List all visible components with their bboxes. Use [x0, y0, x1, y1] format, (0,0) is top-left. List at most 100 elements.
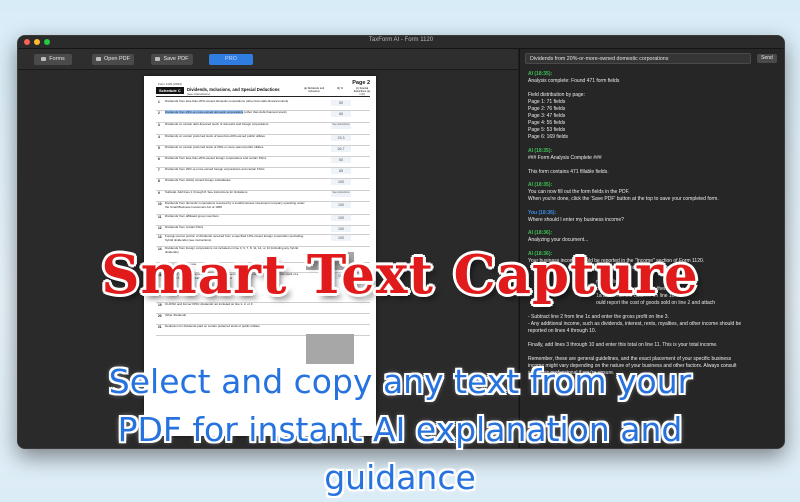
row-number: 7: [158, 168, 160, 172]
message-text: Page 3: 47 fields: [528, 113, 566, 119]
row-number: 4: [158, 135, 160, 139]
deduction-percentage: 65: [331, 168, 351, 174]
deduction-percentage: 26.7: [331, 146, 351, 152]
user-message[interactable]: You (18:36): Where should I enter my busi…: [528, 210, 778, 224]
open-pdf-label: Open PDF: [104, 56, 130, 62]
schedule-subtitle: (see instructions): [187, 92, 210, 96]
row-description[interactable]: Dividends from less-than-20%-owned forei…: [165, 156, 305, 161]
message-text: Finally, add lines 3 through 10 and ente…: [528, 341, 718, 348]
ai-message[interactable]: AI (18:35): You can now fill out the form…: [528, 182, 778, 203]
column-b-header: (b) %: [336, 87, 344, 90]
promo-subtitle-line: guidance: [324, 458, 476, 497]
row-number: 12: [158, 226, 162, 230]
deduction-percentage: 23.3: [331, 135, 351, 141]
ai-message[interactable]: AI (18:36): Analyzing your document...: [528, 230, 778, 244]
row-description[interactable]: Other dividends: [165, 313, 305, 318]
deduction-percentage: 100: [331, 179, 351, 185]
chat-input[interactable]: Dividends from 20%-or-more-owned domesti…: [525, 53, 751, 64]
row-description[interactable]: Dividends on certain preferred stock of …: [165, 134, 305, 139]
deduction-percentage: 65: [331, 111, 351, 117]
ai-message[interactable]: AI (18:35): Analysis complete: Found 471 …: [528, 71, 778, 141]
deduction-percentage: 100: [331, 235, 351, 241]
ai-message[interactable]: AI (18:35): ### Form Analysis Complete ##…: [528, 148, 778, 176]
deduction-percentage: See instructions: [331, 123, 351, 129]
row-description[interactable]: Dividends from domestic corporations rec…: [165, 201, 305, 210]
row-number: 20: [158, 314, 162, 318]
folder-icon: [96, 56, 101, 61]
row-number: 11: [158, 215, 162, 219]
message-text: [528, 335, 778, 342]
message-header: AI (18:35):: [528, 182, 553, 188]
open-pdf-button[interactable]: Open PDF: [92, 54, 134, 65]
row-description[interactable]: Dividends from less-than-20%-owned domes…: [165, 99, 305, 104]
deduction-percentage: See instructions: [331, 191, 351, 197]
promo-subtitle-line: PDF for instant AI explanation and: [117, 410, 683, 449]
message-text: [528, 162, 778, 169]
row-number: 3: [158, 123, 160, 127]
row-number: 1: [158, 100, 160, 104]
message-text: ### Form Analysis Complete ###: [528, 154, 602, 161]
message-text: [528, 307, 778, 314]
save-pdf-button[interactable]: Save PDF: [151, 54, 193, 65]
message-text: - Subtract line 2 from line 1c and enter…: [528, 313, 669, 320]
forms-button[interactable]: Forms: [34, 54, 72, 65]
toolbar: Forms Open PDF Save PDF PRO: [18, 49, 518, 70]
message-text: Where should I enter my business income?: [528, 216, 624, 223]
message-text: Page 5: 53 fields: [528, 127, 566, 133]
window-title: TaxForm AI - Form 1120: [368, 37, 434, 43]
message-text: This form contains 471 fillable fields.: [528, 168, 609, 175]
row-description[interactable]: Subtotal. Add lines 1 through 8. See ins…: [165, 190, 305, 195]
row-description[interactable]: Dividends from 20%-or-more-owned foreign…: [165, 167, 305, 172]
message-header: AI (18:36):: [528, 230, 553, 236]
row-description[interactable]: Foreign-source portion of dividends rece…: [165, 234, 305, 243]
promo-subtitle: Select and copy any text from your PDF fo…: [80, 358, 720, 502]
row-description[interactable]: Dividends from 20%-or-more-owned domesti…: [165, 110, 305, 115]
message-text: Analysis complete: Found 471 form fields: [528, 78, 620, 84]
message-text: When you're done, click the 'Save PDF' b…: [528, 196, 719, 202]
message-text: Field distribution by page:: [528, 92, 585, 98]
message-text: Page 1: 71 fields: [528, 99, 566, 105]
pro-mode-button[interactable]: PRO: [209, 54, 253, 65]
row-description[interactable]: Dividends from wholly owned foreign subs…: [165, 178, 305, 183]
promo-title: Smart Text Capture: [101, 244, 699, 306]
row-number: 21: [158, 325, 162, 329]
message-header: You (18:36):: [528, 209, 557, 216]
row-description[interactable]: Deduction for dividends paid on certain …: [165, 324, 305, 329]
forms-button-label: Forms: [49, 56, 65, 62]
row-number: 6: [158, 157, 160, 161]
forms-icon: [41, 56, 47, 61]
send-button[interactable]: Send: [757, 54, 777, 63]
row-number: 9: [158, 191, 160, 195]
message-text: [528, 349, 778, 356]
column-a-header: (a) Dividends and inclusions: [303, 87, 325, 93]
message-header: AI (18:35):: [528, 71, 553, 77]
save-pdf-label: Save PDF: [163, 56, 189, 62]
column-c-header: (c) Special deductions (a) × (b): [353, 87, 371, 96]
selected-text-highlight[interactable]: Dividends from 20%-or-more-owned domesti…: [165, 110, 244, 114]
message-text: Page 6: 169 fields: [528, 134, 569, 140]
schedule-row: 10 Dividends from domestic corporations r…: [156, 201, 370, 215]
message-text: reported on lines 4 through 10.: [528, 327, 597, 334]
deduction-percentage: 100: [331, 202, 351, 208]
deduction-percentage: 50: [331, 157, 351, 163]
row-number: 8: [158, 179, 160, 183]
deduction-percentage: 50: [331, 100, 351, 106]
promo-subtitle-line: Select and copy any text from your: [108, 362, 692, 401]
row-description[interactable]: Dividends on certain debt-financed stock…: [165, 122, 305, 127]
schedule-label: Schedule C: [156, 87, 184, 94]
deduction-percentage: 100: [331, 215, 351, 221]
page-number: Page 2: [352, 80, 370, 86]
row-number: 2: [158, 111, 160, 115]
message-text: [528, 85, 778, 92]
row-description[interactable]: Dividends from certain FSCs: [165, 225, 305, 230]
message-text: You can now fill out the form fields in …: [528, 189, 630, 195]
row-description[interactable]: Dividends on certain preferred stock of …: [165, 145, 305, 150]
schedule-header: Schedule C Dividends, Inclusions, and Sp…: [156, 87, 370, 97]
message-text: - Any additional income, such as dividen…: [528, 320, 742, 327]
row-description[interactable]: Dividends from affiliated group members: [165, 214, 305, 219]
row-number: 10: [158, 202, 162, 206]
message-header: AI (18:35):: [528, 147, 553, 154]
row-number: 13: [158, 235, 162, 239]
deduction-percentage: 100: [331, 226, 351, 232]
form-number: Form 1120 (2024): [158, 82, 182, 86]
